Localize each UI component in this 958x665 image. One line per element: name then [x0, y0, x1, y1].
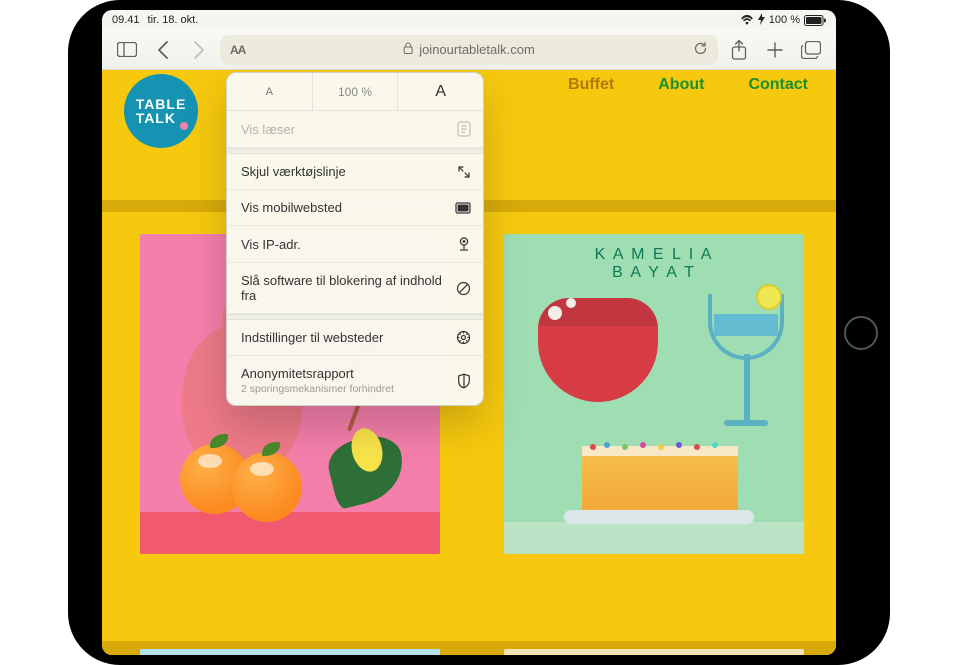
sprinkle-icon	[622, 444, 628, 450]
lemon-illustration	[756, 284, 782, 310]
wifi-icon	[740, 15, 754, 25]
card-right-title: K A M E L I A B A Y A T	[504, 246, 804, 282]
site-settings-label: Indstillinger til websteder	[241, 330, 383, 345]
sprinkle-icon	[658, 444, 664, 450]
card-peek-left[interactable]	[140, 649, 440, 655]
battery-icon	[804, 15, 826, 26]
home-button[interactable]	[844, 316, 878, 350]
ipad-frame: 09.41 tir. 18. okt. 100 %	[68, 0, 890, 665]
plate-strip	[140, 512, 440, 554]
logo-dot-icon	[180, 122, 188, 130]
privacy-report-row[interactable]: Anonymitetsrapport 2 sporingsmekanismer …	[227, 356, 483, 405]
content-blockers-label: Slå software til blokering af indhold fr…	[241, 273, 454, 303]
sprinkle-icon	[712, 442, 718, 448]
privacy-report-subtitle: 2 sporingsmekanismer forhindret	[241, 383, 394, 395]
reload-button[interactable]	[693, 41, 708, 59]
sidebar-button[interactable]	[112, 35, 142, 65]
sprinkle-icon	[604, 442, 610, 448]
new-tab-button[interactable]	[760, 35, 790, 65]
screen: 09.41 tir. 18. okt. 100 %	[102, 10, 836, 655]
bowl-shine-illustration	[548, 306, 562, 320]
zoom-out-button[interactable]: A	[227, 73, 313, 110]
blocker-off-icon	[454, 281, 471, 296]
show-reader-label: Vis læser	[241, 122, 295, 137]
bowl-shine-illustration	[566, 298, 576, 308]
nav-buffet[interactable]: Buffet	[568, 76, 614, 94]
show-ip-row[interactable]: Vis IP-adr.	[227, 226, 483, 263]
aa-button[interactable]: AA	[230, 43, 245, 57]
aa-popover: A 100 % A Vis læser Skjul værktøjslinje	[226, 72, 484, 406]
nav-contact[interactable]: Contact	[748, 76, 808, 94]
settings-icon	[453, 330, 471, 345]
expand-icon	[453, 165, 471, 179]
sprinkle-icon	[640, 442, 646, 448]
card-right-title-line2: B A Y A T	[612, 264, 696, 281]
privacy-report-label: Anonymitetsrapport 2 sporingsmekanismer …	[241, 366, 394, 395]
shield-icon	[453, 373, 471, 389]
floor-illustration	[504, 522, 804, 554]
reader-icon	[453, 121, 471, 137]
status-battery-text: 100 %	[769, 14, 800, 26]
sprinkle-icon	[676, 442, 682, 448]
orange-illustration	[232, 452, 302, 522]
address-center: joinourtabletalk.com	[403, 42, 535, 57]
status-date: tir. 18. okt.	[148, 14, 199, 26]
forward-button	[184, 35, 214, 65]
hide-toolbar-label: Skjul værktøjslinje	[241, 164, 346, 179]
site-settings-row[interactable]: Indstillinger til websteder	[227, 320, 483, 356]
zoom-row: A 100 % A	[227, 73, 483, 111]
site-logo[interactable]: TABLE TALK	[124, 74, 198, 148]
glass-ice-illustration	[714, 314, 778, 336]
cake-illustration	[582, 452, 738, 510]
request-mobile-row[interactable]: Vis mobilwebsted	[227, 190, 483, 226]
card-right[interactable]: K A M E L I A B A Y A T	[504, 234, 804, 554]
device-icon	[453, 202, 471, 214]
zoom-in-button[interactable]: A	[398, 73, 483, 110]
status-bar: 09.41 tir. 18. okt. 100 %	[102, 10, 836, 30]
zoom-value: 100 %	[313, 73, 399, 110]
bowl-illustration	[538, 326, 658, 402]
glass-stem-illustration	[744, 354, 750, 424]
status-time: 09.41	[112, 14, 140, 26]
safari-toolbar: AA joinourtabletalk.com	[102, 30, 836, 70]
address-field[interactable]: AA joinourtabletalk.com	[220, 35, 718, 65]
share-button[interactable]	[724, 35, 754, 65]
sprinkle-icon	[694, 444, 700, 450]
web-page: TABLE TALK Buffet About Contact S H	[102, 70, 836, 655]
site-nav: Buffet About Contact	[568, 76, 808, 94]
sprinkle-icon	[590, 444, 596, 450]
card-peek-right[interactable]	[504, 649, 804, 655]
back-button[interactable]	[148, 35, 178, 65]
tabs-button[interactable]	[796, 35, 826, 65]
cake-plate-illustration	[564, 510, 754, 524]
card-right-title-line1: K A M E L I A	[595, 246, 714, 263]
hide-toolbar-row[interactable]: Skjul værktøjslinje	[227, 154, 483, 190]
charging-icon	[758, 13, 765, 28]
location-icon	[453, 236, 471, 252]
content-blockers-row[interactable]: Slå software til blokering af indhold fr…	[227, 263, 483, 314]
lock-icon	[403, 42, 413, 57]
logo-text: TABLE TALK	[136, 97, 187, 125]
glass-base-illustration	[724, 420, 768, 426]
url-text: joinourtabletalk.com	[419, 42, 535, 57]
request-mobile-label: Vis mobilwebsted	[241, 200, 342, 215]
show-reader-row: Vis læser	[227, 111, 483, 148]
nav-about[interactable]: About	[658, 76, 704, 94]
privacy-report-title: Anonymitetsrapport	[241, 366, 354, 381]
show-ip-label: Vis IP-adr.	[241, 237, 301, 252]
